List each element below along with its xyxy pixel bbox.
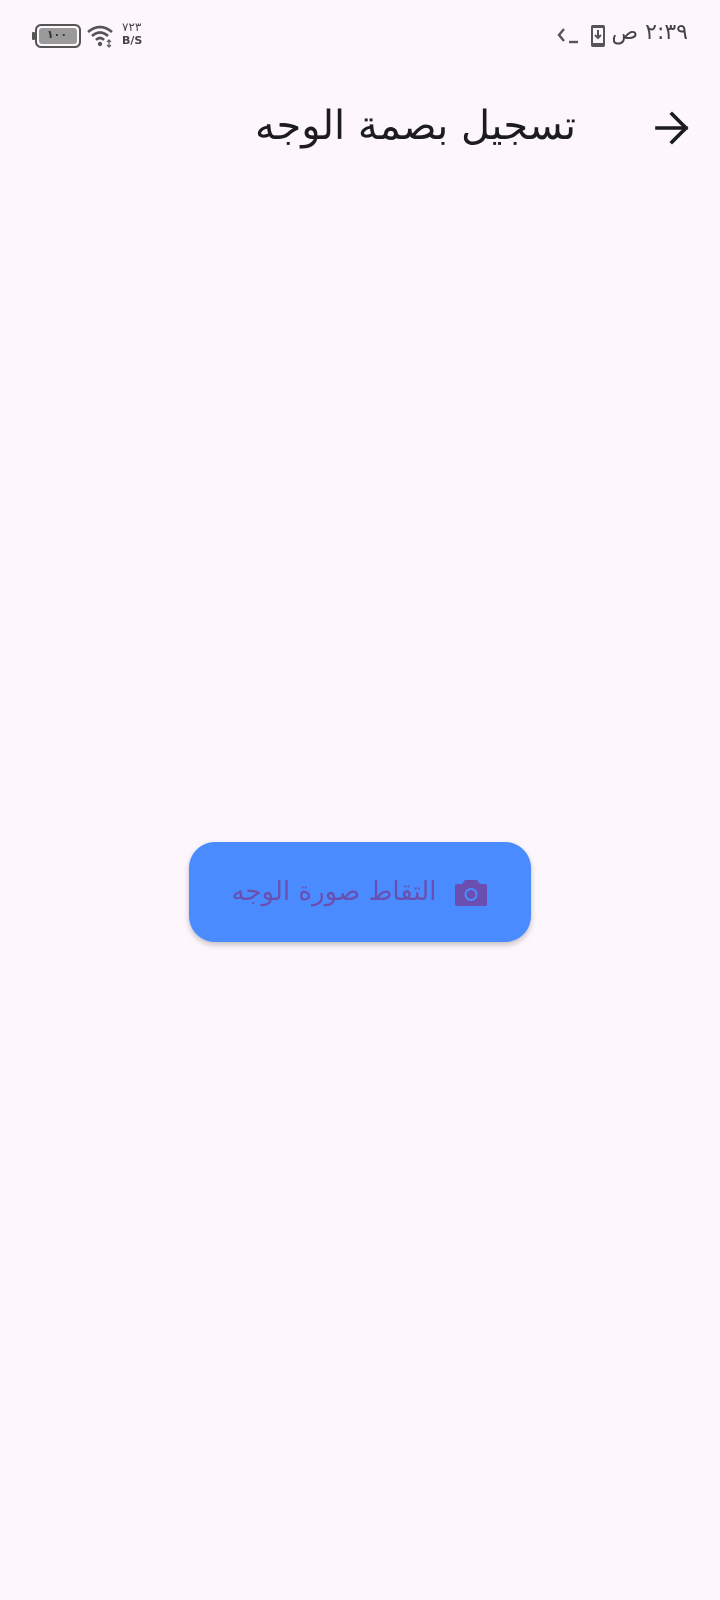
terminal-icon (557, 28, 578, 44)
network-speed-unit: B/S (122, 34, 143, 47)
status-time: ٢:٣٩ ص (611, 20, 688, 45)
camera-icon (455, 880, 488, 906)
battery-level: ١٠٠ (46, 28, 68, 41)
app-bar: تسجيل بصمة الوجه (0, 80, 720, 176)
capture-face-button[interactable]: التقاط صورة الوجه (189, 842, 531, 942)
capture-face-label: التقاط صورة الوجه (231, 877, 437, 907)
download-icon (591, 25, 605, 47)
network-speed: ٧٢٣ B/S (122, 20, 152, 48)
arrow-right-icon (655, 111, 689, 145)
wifi-icon (87, 25, 113, 48)
status-bar: ٢:٣٩ ص ١٠٠ ٧٢٣ B/S (0, 0, 720, 72)
back-button[interactable] (644, 100, 700, 156)
network-speed-value: ٧٢٣ (122, 20, 142, 34)
page-title: تسجيل بصمة الوجه (255, 103, 576, 149)
